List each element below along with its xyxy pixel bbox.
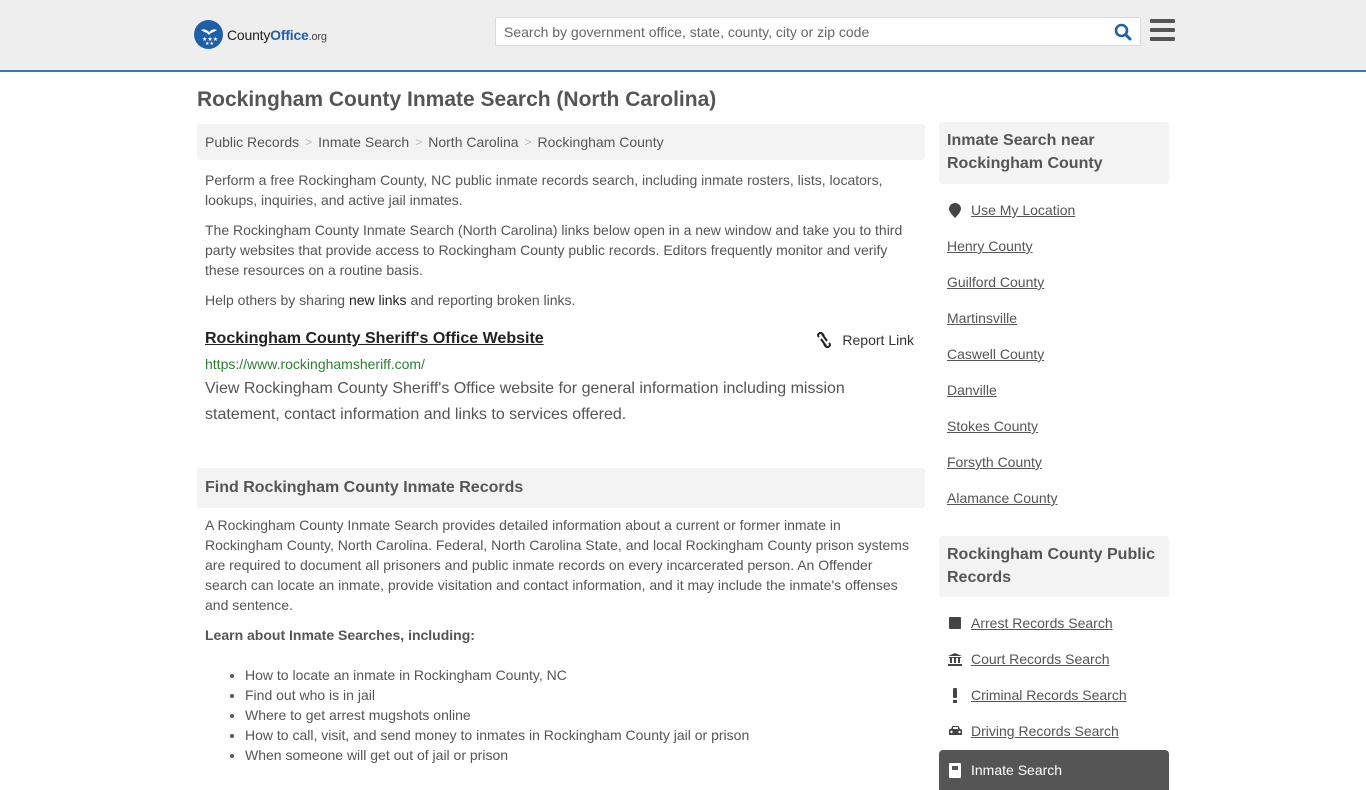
- site-logo[interactable]: ★★★ ★★ CountyOffice.org: [194, 20, 327, 49]
- sidebar-item-forsyth-county[interactable]: Forsyth County: [947, 444, 1075, 480]
- sidebar-link[interactable]: Caswell County: [947, 346, 1044, 362]
- svg-text:★★: ★★: [205, 41, 214, 46]
- list-item: How to call, visit, and send money to in…: [245, 725, 749, 745]
- report-link-button[interactable]: Report Link: [816, 332, 914, 348]
- map-marker-icon: [947, 202, 963, 218]
- sidebar-item-caswell-county[interactable]: Caswell County: [947, 336, 1075, 372]
- list-item: When someone will get out of jail or pri…: [245, 745, 749, 765]
- sidebar-link[interactable]: Arrest Records Search: [971, 615, 1113, 631]
- sidebar-item-guilford-county[interactable]: Guilford County: [947, 264, 1075, 300]
- sidebar-link[interactable]: Stokes County: [947, 418, 1038, 434]
- sidebar-link[interactable]: Driving Records Search: [971, 723, 1119, 739]
- help-text-before: Help others by sharing: [205, 292, 349, 308]
- search-bar: [495, 17, 1141, 46]
- breadcrumb-separator: >: [305, 135, 313, 149]
- result-item: Rockingham County Sheriff's Office Websi…: [205, 330, 917, 423]
- result-title-link[interactable]: Rockingham County Sheriff's Office Websi…: [205, 330, 544, 347]
- sidebar-link[interactable]: Alamance County: [947, 490, 1058, 506]
- sidebar-item-danville[interactable]: Danville: [947, 372, 1075, 408]
- learn-list: How to locate an inmate in Rockingham Co…: [245, 665, 749, 765]
- help-text: Help others by sharing new links and rep…: [205, 290, 917, 310]
- eagle-stars-badge-icon: ★★★ ★★: [194, 20, 223, 49]
- new-links-link[interactable]: new links: [349, 292, 407, 308]
- breadcrumb-rockingham-county[interactable]: Rockingham County: [538, 134, 664, 150]
- search-button[interactable]: [1106, 18, 1140, 45]
- breadcrumb-separator: >: [524, 135, 532, 149]
- sidebar-records-list: Arrest Records Search Court Records Sear…: [947, 605, 1127, 749]
- list-item: Find out who is in jail: [245, 685, 749, 705]
- sidebar-records-heading: Rockingham County Public Records: [939, 536, 1169, 597]
- report-link-label: Report Link: [842, 332, 914, 348]
- hamburger-menu-icon[interactable]: [1150, 19, 1175, 41]
- broken-link-icon: [817, 332, 832, 348]
- courthouse-icon: [947, 652, 963, 666]
- sidebar-link[interactable]: Martinsville: [947, 310, 1017, 326]
- list-item: Where to get arrest mugshots online: [245, 705, 749, 725]
- sidebar-near-heading: Inmate Search near Rockingham County: [939, 122, 1169, 184]
- sidebar-link[interactable]: Guilford County: [947, 274, 1044, 290]
- car-icon: [947, 725, 963, 737]
- menu-bar: [1150, 37, 1175, 41]
- sidebar-link[interactable]: Criminal Records Search: [971, 687, 1127, 703]
- disclaimer-text: The Rockingham County Inmate Search (Nor…: [205, 222, 903, 278]
- logo-wordmark: CountyOffice.org: [227, 26, 327, 43]
- sidebar-link[interactable]: Danville: [947, 382, 997, 398]
- breadcrumb: Public Records > Inmate Search > North C…: [197, 124, 925, 160]
- sidebar-item-court-records[interactable]: Court Records Search: [947, 641, 1127, 677]
- square-icon: [947, 617, 963, 629]
- sidebar-link[interactable]: Inmate Search: [971, 762, 1062, 778]
- exclamation-icon: [947, 687, 963, 703]
- sidebar-item-criminal-records[interactable]: Criminal Records Search: [947, 677, 1127, 713]
- breadcrumb-inmate-search[interactable]: Inmate Search: [318, 134, 409, 150]
- sidebar-link[interactable]: Court Records Search: [971, 651, 1110, 667]
- sidebar-item-alamance-county[interactable]: Alamance County: [947, 480, 1075, 516]
- find-records-heading: Find Rockingham County Inmate Records: [197, 468, 925, 508]
- result-url: https://www.rockinghamsheriff.com/: [205, 356, 425, 372]
- sidebar-item-driving-records[interactable]: Driving Records Search: [947, 713, 1127, 749]
- sidebar-link[interactable]: Forsyth County: [947, 454, 1042, 470]
- menu-bar: [1150, 19, 1175, 23]
- find-records-body: A Rockingham County Inmate Search provid…: [205, 517, 909, 613]
- help-text-after: and reporting broken links.: [406, 292, 576, 308]
- page-title: Rockingham County Inmate Search (North C…: [197, 88, 717, 111]
- sidebar-link[interactable]: Henry County: [947, 238, 1033, 254]
- breadcrumb-separator: >: [415, 135, 423, 149]
- sidebar-item-henry-county[interactable]: Henry County: [947, 228, 1075, 264]
- sidebar-item-stokes-county[interactable]: Stokes County: [947, 408, 1075, 444]
- use-my-location-link[interactable]: Use My Location: [971, 202, 1075, 218]
- sidebar-item-inmate-search-active[interactable]: Inmate Search: [939, 750, 1169, 790]
- breadcrumb-north-carolina[interactable]: North Carolina: [428, 134, 518, 150]
- learn-heading: Learn about Inmate Searches, including:: [205, 627, 475, 643]
- result-description: View Rockingham County Sheriff's Office …: [205, 380, 845, 423]
- site-header: ★★★ ★★ CountyOffice.org: [0, 0, 1366, 72]
- jail-door-icon: [947, 762, 963, 778]
- breadcrumb-public-records[interactable]: Public Records: [205, 134, 299, 150]
- sidebar-near-list: Use My Location Henry County Guilford Co…: [947, 192, 1075, 516]
- sidebar-item-martinsville[interactable]: Martinsville: [947, 300, 1075, 336]
- search-icon: [1114, 23, 1132, 40]
- menu-bar: [1150, 28, 1175, 32]
- search-input[interactable]: [496, 18, 1106, 45]
- list-item: How to locate an inmate in Rockingham Co…: [245, 665, 749, 685]
- sidebar-item-arrest-records[interactable]: Arrest Records Search: [947, 605, 1127, 641]
- intro-text: Perform a free Rockingham County, NC pub…: [205, 172, 883, 208]
- sidebar-item-use-location[interactable]: Use My Location: [947, 192, 1075, 228]
